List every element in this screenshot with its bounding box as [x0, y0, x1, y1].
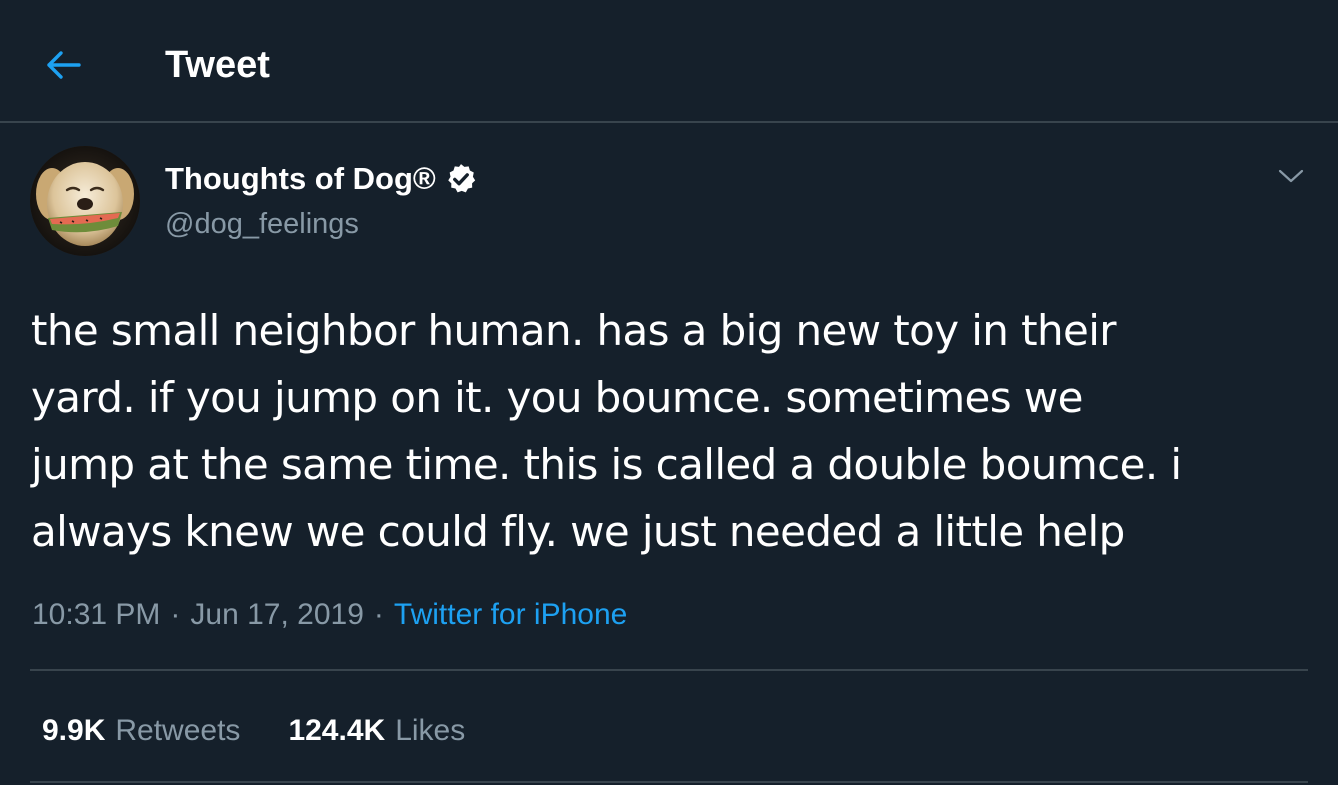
likes-stat[interactable]: 124.4K Likes — [288, 711, 465, 751]
divider — [30, 669, 1308, 671]
chevron-down-icon — [1278, 169, 1304, 183]
author-handle[interactable]: @dog_feelings — [165, 204, 359, 244]
tweet-text-line: jump at the same time. this is called a … — [31, 440, 1182, 489]
tweet-date[interactable]: Jun 17, 2019 — [190, 598, 363, 631]
page-title: Tweet — [165, 44, 270, 86]
author-name[interactable]: Thoughts of Dog® — [165, 159, 478, 199]
verified-badge-icon — [444, 162, 478, 196]
retweets-stat[interactable]: 9.9K Retweets — [42, 711, 240, 751]
author-name-label: Thoughts of Dog® — [165, 161, 436, 196]
top-bar: Tweet — [0, 0, 1338, 123]
tweet-text-line: always knew we could fly. we just needed… — [31, 507, 1125, 556]
likes-label: Likes — [395, 714, 466, 747]
back-button[interactable] — [38, 40, 88, 90]
likes-count: 124.4K — [288, 714, 386, 747]
divider — [30, 781, 1308, 783]
arrow-left-icon — [47, 51, 81, 79]
tweet-text-line: the small neighbor human. has a big new … — [31, 306, 1117, 355]
tweet-source-link[interactable]: Twitter for iPhone — [394, 598, 627, 631]
dog-avatar-image — [30, 146, 140, 256]
retweets-count: 9.9K — [42, 714, 106, 747]
tweet-text: the small neighbor human. has a big new … — [31, 297, 1311, 565]
separator: · — [170, 598, 181, 631]
tweet-metadata: 10:31 PM · Jun 17, 2019 · Twitter for iPhone — [32, 595, 627, 635]
more-options-button[interactable] — [1274, 159, 1308, 193]
tweet: Thoughts of Dog® @dog_feelings the small… — [0, 123, 1338, 785]
separator: · — [373, 598, 384, 631]
avatar[interactable] — [30, 146, 140, 256]
tweet-text-line: yard. if you jump on it. you boumce. som… — [31, 373, 1083, 422]
tweet-page: Tweet Thoughts of Dog® @dog_feelings the… — [0, 0, 1338, 785]
tweet-time[interactable]: 10:31 PM — [32, 598, 160, 631]
tweet-stats: 9.9K Retweets 124.4K Likes — [42, 711, 513, 751]
retweets-label: Retweets — [115, 714, 241, 747]
